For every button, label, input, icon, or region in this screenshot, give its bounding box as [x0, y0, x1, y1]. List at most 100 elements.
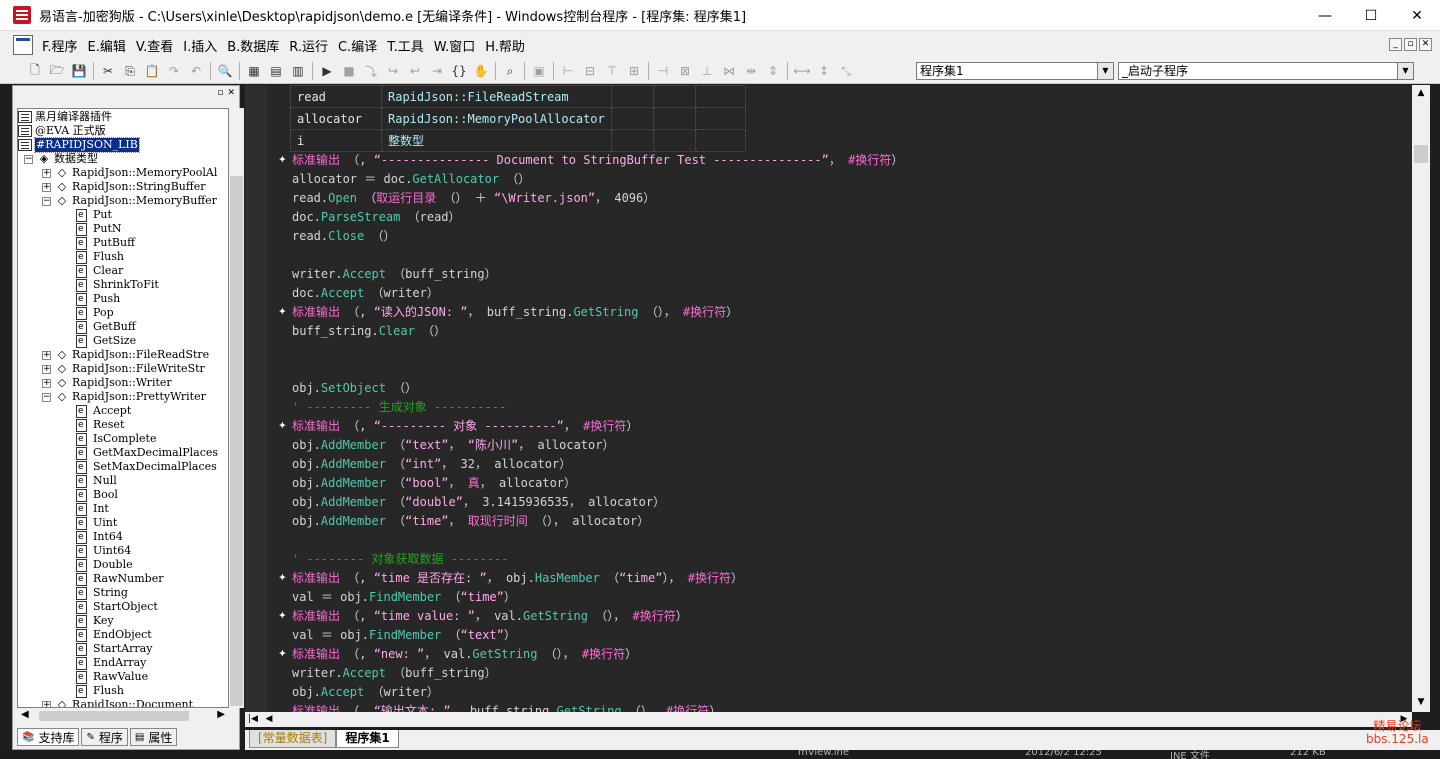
tree-item[interactable]: + ◇ RapidJson::FileWriteStr	[42, 362, 205, 376]
menu-view[interactable]: V.查看	[131, 36, 178, 55]
inspect-icon[interactable]: ⌕	[499, 61, 521, 81]
code-line[interactable]: 标准输出 （, “--------- 对象 ----------”， #换行符）	[292, 417, 638, 436]
var-cell[interactable]	[610, 107, 654, 130]
tree-item[interactable]: Key	[76, 614, 114, 628]
step-over-icon[interactable]: ↪	[382, 61, 404, 81]
expand-icon[interactable]: +	[42, 350, 51, 360]
tree-item[interactable]: + ◇ RapidJson::StringBuffer	[42, 180, 205, 194]
layout-grid-icon[interactable]: ▥	[287, 61, 309, 81]
tree-item[interactable]: Int64	[76, 530, 123, 544]
tree-item[interactable]: − ◈ 数据类型	[24, 152, 98, 166]
var-cell[interactable]	[610, 129, 654, 152]
tree-item[interactable]: + ◇ RapidJson::FileReadStre	[42, 348, 209, 362]
table-row[interactable]: i 整数型	[290, 129, 746, 152]
tree-item[interactable]: SetMaxDecimalPlaces	[76, 460, 217, 474]
menu-window[interactable]: W.窗口	[429, 36, 481, 55]
var-name[interactable]: read	[290, 85, 382, 108]
stop-icon[interactable]: ■	[338, 61, 360, 81]
chevron-down-icon[interactable]: ▼	[1397, 63, 1413, 79]
library-tree[interactable]: 黑月编译器插件 @EVA 正式版 #RAPIDJSON_LIB − ◈ 数据类型 + ◇ Rap…	[17, 108, 229, 708]
tab-assembly1[interactable]: 程序集1	[336, 730, 399, 748]
tree-item[interactable]: − ◇ RapidJson::PrettyWriter	[42, 390, 206, 404]
code-line[interactable]: obj.Accept （writer）	[292, 683, 439, 702]
scrollbar-thumb[interactable]	[1414, 145, 1428, 163]
step-into-icon[interactable]: ⤵	[360, 61, 382, 81]
collapse-icon[interactable]: −	[42, 392, 51, 402]
collapse-icon[interactable]: −	[42, 196, 51, 206]
maximize-button[interactable]: ☐	[1348, 0, 1394, 31]
scroll-first-icon[interactable]: |◀	[245, 712, 261, 727]
paste-icon[interactable]: 📋	[141, 61, 163, 81]
table-row[interactable]: allocator RapidJson::MemoryPoolAllocator	[290, 107, 746, 130]
scrollbar-thumb[interactable]	[230, 176, 243, 706]
tree-item[interactable]: + ◇ RapidJson::MemoryPoolAl	[42, 166, 217, 180]
tree-item[interactable]: StartObject	[76, 600, 158, 614]
tree-item[interactable]: GetMaxDecimalPlaces	[76, 446, 218, 460]
tree-horizontal-scrollbar[interactable]: ◀ ▶	[17, 708, 229, 724]
var-cell[interactable]	[694, 129, 746, 152]
same-width-icon[interactable]: ⟷	[791, 61, 813, 81]
scroll-up-icon[interactable]: ▲	[1412, 85, 1430, 101]
code-line[interactable]: val ＝ obj.FindMember （“time”）	[292, 588, 516, 607]
code-line[interactable]: 标准输出 （, “输出文本: ”， buff_string.GetString …	[292, 702, 721, 712]
code-editor[interactable]: read RapidJson::FileReadStream allocator…	[245, 85, 1430, 712]
code-line[interactable]: obj.AddMember （“int”， 32， allocator）	[292, 455, 571, 474]
expand-icon[interactable]: +	[42, 700, 51, 707]
tree-item[interactable]: 黑月编译器插件	[18, 110, 112, 124]
editor-vertical-scrollbar[interactable]: ▲ ▼	[1412, 85, 1430, 712]
menu-database[interactable]: B.数据库	[222, 36, 284, 55]
space-h-icon[interactable]: ⇹	[740, 61, 762, 81]
tree-item[interactable]: Put	[76, 208, 112, 222]
tree-item[interactable]: Flush	[76, 684, 124, 698]
code-line[interactable]: 标准输出 （, “读入的JSON: ”， buff_string.GetStri…	[292, 303, 738, 322]
var-cell[interactable]	[652, 85, 696, 108]
method-selector[interactable]: _启动子程序 ▼	[1118, 62, 1414, 80]
tree-item[interactable]: RawNumber	[76, 572, 163, 586]
tree-item[interactable]: Push	[76, 292, 120, 306]
code-line[interactable]: obj.AddMember （“double”， 3.1415936535， a…	[292, 493, 665, 512]
align-right-icon[interactable]: ⊣	[652, 61, 674, 81]
menu-run[interactable]: R.运行	[284, 36, 333, 55]
code-line[interactable]: read.Close （）	[292, 227, 395, 246]
same-height-icon[interactable]: ↕	[813, 61, 835, 81]
cut-icon[interactable]: ✂	[97, 61, 119, 81]
tree-item[interactable]: Double	[76, 558, 133, 572]
tree-item[interactable]: EndObject	[76, 628, 152, 642]
align-bottom-icon[interactable]: ⊥	[696, 61, 718, 81]
code-line[interactable]: 标准输出 （, “--------------- Document to Str…	[292, 151, 903, 170]
scroll-right-icon[interactable]: ▶	[217, 709, 225, 720]
var-type[interactable]: RapidJson::MemoryPoolAllocator	[381, 107, 612, 130]
var-type[interactable]: 整数型	[381, 129, 612, 152]
layout-icon[interactable]: ▦	[243, 61, 265, 81]
tree-item[interactable]: Int	[76, 502, 109, 516]
code-line[interactable]: read.Open （取运行目录 （） ＋ “\Writer.json”， 40…	[292, 189, 655, 208]
tree-item[interactable]: ShrinkToFit	[76, 278, 159, 292]
editor-horizontal-scrollbar[interactable]: |◀ ◀ ▶	[245, 712, 1412, 727]
tab-properties[interactable]: ▤ 属性	[129, 728, 178, 746]
var-name[interactable]: i	[290, 129, 382, 152]
code-line[interactable]: ' --------- 生成对象 ----------	[292, 398, 506, 417]
mdi-restore-button[interactable]: ▫	[1404, 38, 1417, 51]
tree-item[interactable]: Uint	[76, 516, 117, 530]
collapse-icon[interactable]: −	[24, 154, 33, 164]
tree-item[interactable]: + ◇ RapidJson::Writer	[42, 376, 172, 390]
code-line[interactable]: obj.SetObject （）	[292, 379, 417, 398]
run-icon[interactable]: ▶	[316, 61, 338, 81]
tree-item[interactable]: − ◇ RapidJson::MemoryBuffer	[42, 194, 217, 208]
tree-item[interactable]: Flush	[76, 250, 124, 264]
layout-split-icon[interactable]: ▤	[265, 61, 287, 81]
code-line[interactable]: doc.Accept （writer）	[292, 284, 439, 303]
undo-icon[interactable]: ↶	[185, 61, 207, 81]
class-selector[interactable]: 程序集1 ▼	[916, 62, 1114, 80]
run-to-cursor-icon[interactable]: ⇥	[426, 61, 448, 81]
menu-tools[interactable]: T.工具	[382, 36, 429, 55]
tree-item[interactable]: String	[76, 586, 128, 600]
step-out-icon[interactable]: ↩	[404, 61, 426, 81]
tree-item[interactable]: #RAPIDJSON_LIB	[18, 137, 140, 153]
tree-item[interactable]: StartArray	[76, 642, 152, 656]
code-line[interactable]: val ＝ obj.FindMember （“text”）	[292, 626, 516, 645]
code-line[interactable]: buff_string.Clear （）	[292, 322, 446, 341]
tree-item[interactable]: RawValue	[76, 670, 148, 684]
menu-program[interactable]: F.程序	[37, 36, 83, 55]
expand-icon[interactable]: +	[42, 168, 51, 178]
